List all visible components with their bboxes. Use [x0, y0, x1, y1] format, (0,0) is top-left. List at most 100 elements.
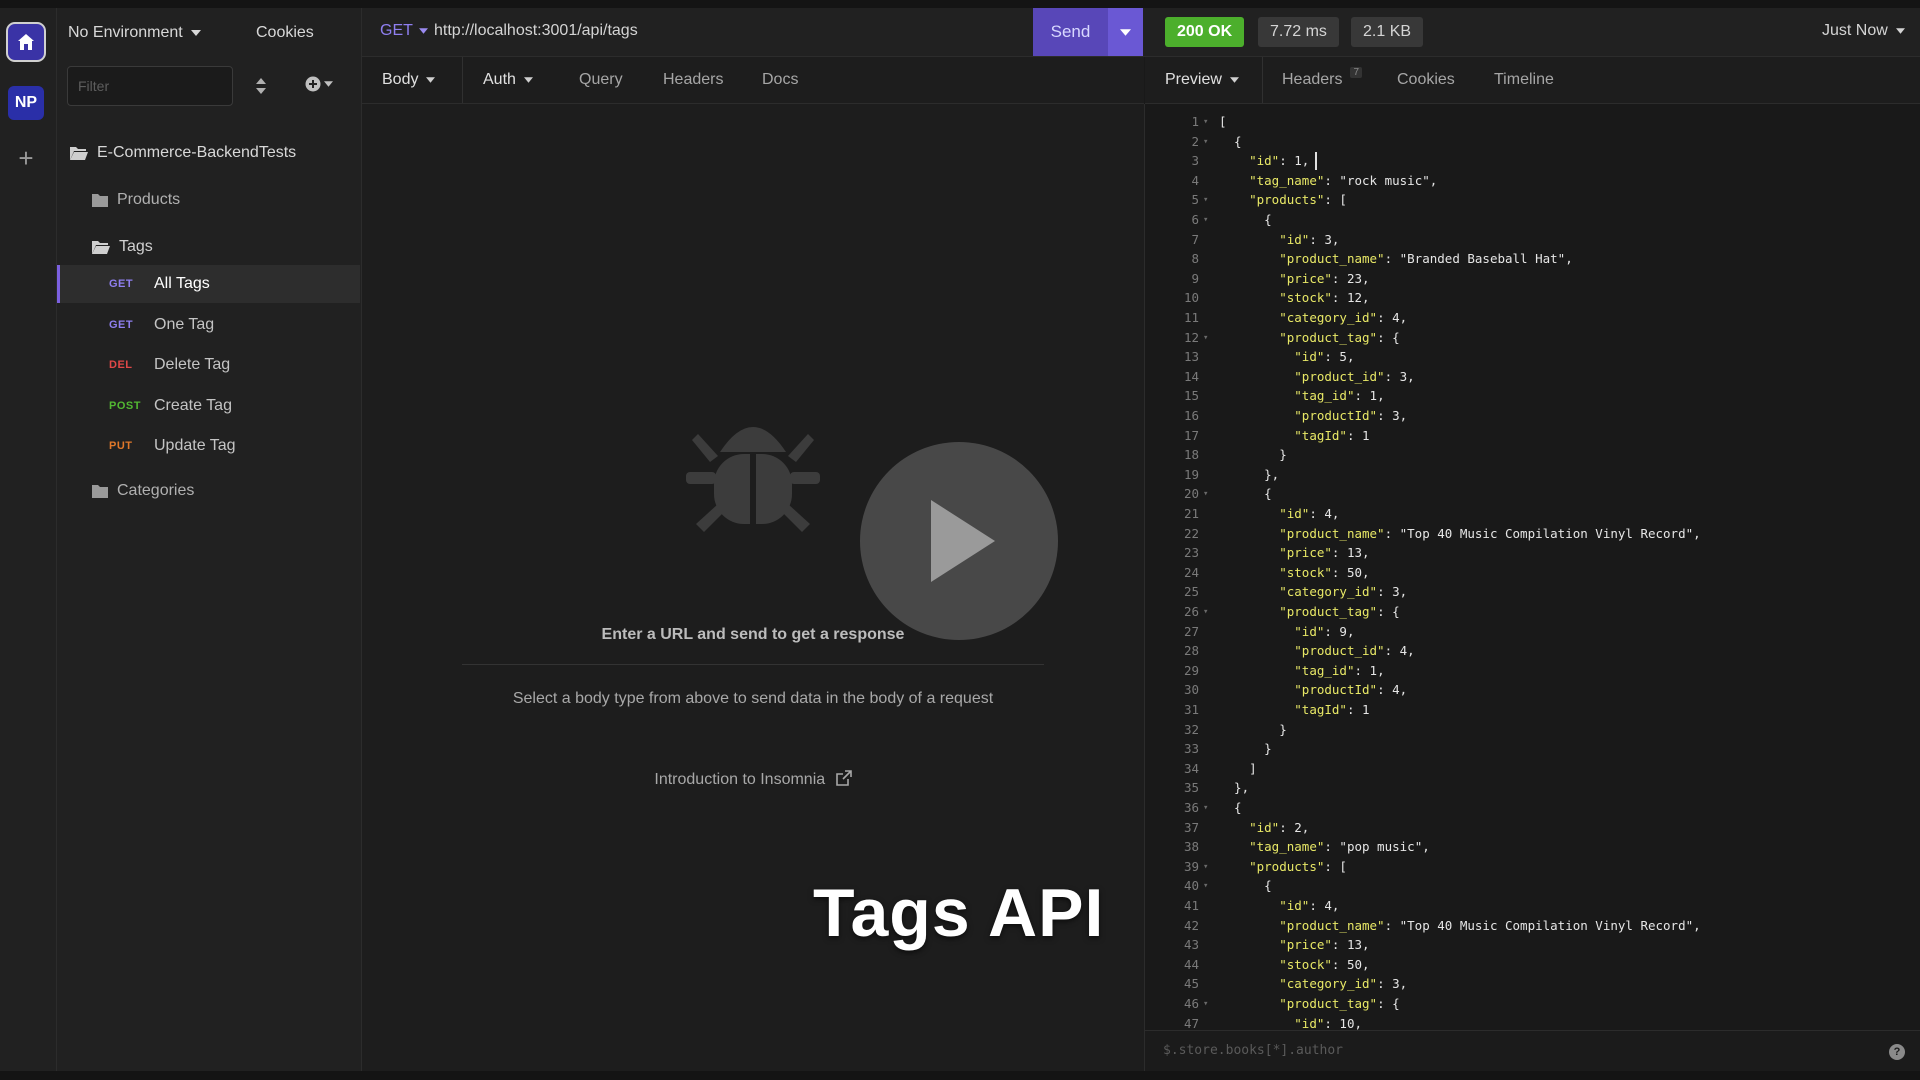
project-avatar[interactable]: NP [8, 86, 44, 120]
send-button[interactable]: Send [1033, 8, 1108, 56]
code-text: "product_name": "Top 40 Music Compilatio… [1279, 918, 1701, 933]
method-selector[interactable]: GET [380, 22, 428, 40]
headers-count-badge: 7 [1350, 66, 1363, 78]
line-number: 2 [1191, 134, 1199, 149]
response-size: 2.1 KB [1351, 17, 1424, 47]
chevron-down-icon [1120, 28, 1131, 36]
code-text: "id": 4, [1279, 898, 1340, 913]
tab-body[interactable]: Body [382, 71, 436, 89]
body-type-hint: Select a body type from above to send da… [512, 690, 994, 707]
video-caption: Tags API [813, 875, 1105, 951]
help-icon[interactable]: ? [1889, 1044, 1905, 1060]
text-cursor-icon [1315, 152, 1317, 170]
folder-icon [92, 193, 108, 207]
tab-response-cookies[interactable]: Cookies [1397, 71, 1455, 89]
fold-icon[interactable]: ▾ [1203, 798, 1208, 818]
sort-icon[interactable] [253, 76, 269, 96]
code-text: "id": 2, [1249, 820, 1310, 835]
intro-link-label: Introduction to Insomnia [654, 771, 826, 788]
line-number: 28 [1183, 643, 1199, 658]
response-filter-input[interactable]: $.store.books[*].author [1163, 1043, 1343, 1058]
request-item-create-tag[interactable]: POST Create Tag [57, 387, 360, 425]
line-number: 7 [1191, 232, 1199, 247]
line-number: 44 [1183, 957, 1199, 972]
folder-open-icon [70, 147, 88, 160]
line-number: 18 [1183, 447, 1199, 462]
line-number: 40 [1183, 878, 1199, 893]
line-number: 1 [1191, 114, 1199, 129]
request-item-one-tag[interactable]: GET One Tag [57, 306, 360, 344]
cookies-button[interactable]: Cookies [256, 24, 314, 42]
code-text: { [1219, 800, 1242, 815]
line-number: 12 [1183, 330, 1199, 345]
folder-categories[interactable]: Categories [91, 482, 194, 500]
top-strip [0, 0, 1920, 8]
line-number: 23 [1183, 545, 1199, 560]
line-number: 9 [1191, 271, 1199, 286]
code-text: "id": 1, [1249, 153, 1310, 168]
chevron-down-icon [1895, 28, 1905, 34]
folder-label: Products [117, 191, 181, 208]
request-name: All Tags [154, 275, 210, 292]
tab-preview[interactable]: Preview [1165, 71, 1239, 89]
fold-icon[interactable]: ▾ [1203, 857, 1208, 877]
workspace-folder[interactable]: E-Commerce-BackendTests [69, 144, 296, 162]
fold-icon[interactable]: ▾ [1203, 132, 1208, 152]
chevron-down-icon [523, 77, 533, 83]
line-number: 38 [1183, 839, 1199, 854]
code-text: "category_id": 3, [1279, 976, 1408, 991]
create-menu-button[interactable] [305, 76, 333, 92]
line-number: 10 [1183, 290, 1199, 305]
code-text: }, [1219, 467, 1280, 482]
filter-input[interactable]: Filter [67, 66, 233, 106]
response-preview[interactable]: 1 ▾ [2 ▾ {3 "id": 1, 4 "tag_name": "rock mus… [1145, 104, 1920, 1030]
code-text: "product_id": 4, [1294, 643, 1415, 658]
request-item-delete-tag[interactable]: DEL Delete Tag [57, 346, 360, 384]
tab-divider [462, 57, 463, 103]
request-name: Delete Tag [154, 356, 231, 373]
code-text: "stock": 50, [1279, 565, 1370, 580]
url-input[interactable]: http://localhost:3001/api/tags [434, 22, 638, 40]
request-item-update-tag[interactable]: PUT Update Tag [57, 427, 360, 465]
fold-icon[interactable]: ▾ [1203, 328, 1208, 348]
fold-icon[interactable]: ▾ [1203, 602, 1208, 622]
environment-selector[interactable]: No Environment [68, 24, 201, 42]
history-dropdown[interactable]: Just Now [1822, 22, 1905, 40]
fold-icon[interactable]: ▾ [1203, 210, 1208, 230]
fold-icon[interactable]: ▾ [1203, 484, 1208, 504]
folder-products[interactable]: Products [91, 191, 180, 209]
send-options-button[interactable] [1108, 8, 1143, 56]
fold-icon[interactable]: ▾ [1203, 190, 1208, 210]
workspace-name: E-Commerce-BackendTests [97, 144, 297, 161]
folder-icon [92, 484, 108, 498]
code-text: "id": 5, [1294, 349, 1355, 364]
code-text: }, [1219, 780, 1250, 795]
tab-auth[interactable]: Auth [483, 71, 533, 89]
tab-timeline[interactable]: Timeline [1494, 71, 1554, 89]
line-number: 11 [1183, 310, 1199, 325]
request-item-all-tags[interactable]: GET All Tags [57, 265, 360, 303]
line-number: 16 [1183, 408, 1199, 423]
code-text: "tag_name": "rock music", [1249, 173, 1438, 188]
home-button[interactable] [6, 22, 46, 62]
code-text: "category_id": 4, [1279, 310, 1408, 325]
tab-response-headers[interactable]: Headers 7 [1282, 66, 1363, 89]
tab-docs[interactable]: Docs [762, 71, 798, 89]
add-project-icon[interactable]: + [12, 144, 40, 172]
code-text: } [1219, 447, 1287, 462]
method-label: GET [380, 22, 413, 39]
code-text: "product_id": 3, [1294, 369, 1415, 384]
folder-tags[interactable]: Tags [91, 238, 153, 256]
method-badge: GET [109, 319, 134, 331]
tab-query[interactable]: Query [579, 71, 623, 89]
fold-icon[interactable]: ▾ [1203, 994, 1208, 1014]
code-text: } [1219, 741, 1272, 756]
code-text: "id": 3, [1279, 232, 1340, 247]
fold-icon[interactable]: ▾ [1203, 876, 1208, 896]
fold-icon[interactable]: ▾ [1203, 112, 1208, 132]
folder-label: Categories [117, 482, 195, 499]
tab-headers[interactable]: Headers [663, 71, 723, 89]
intro-link[interactable]: Introduction to Insomnia [362, 770, 1144, 789]
video-play-button[interactable] [860, 442, 1058, 640]
line-number: 26 [1183, 604, 1199, 619]
